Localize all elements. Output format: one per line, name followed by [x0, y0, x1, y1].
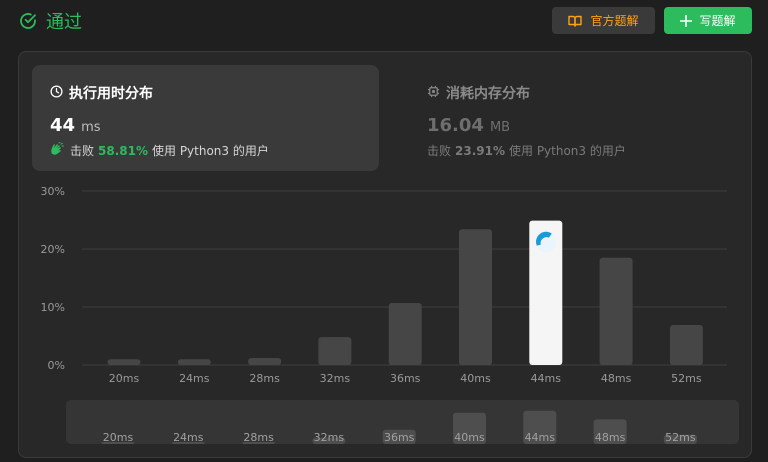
bar[interactable] — [177, 359, 211, 365]
minimap-tick-label: 20ms — [103, 431, 134, 444]
bar[interactable] — [459, 229, 492, 365]
bar[interactable] — [107, 359, 141, 365]
chart-range-minimap[interactable]: 20ms 24ms 28ms 32ms 36ms 40ms 44ms 48ms 52ms — [66, 400, 739, 444]
minimap-tick-label: 32ms — [314, 431, 345, 444]
x-tick-label: 36ms — [390, 372, 421, 385]
x-tick-label: 44ms — [531, 372, 562, 385]
status-label: 通过 — [46, 12, 82, 33]
minimap-tick-label: 36ms — [384, 431, 415, 444]
y-tick-label: 10% — [41, 301, 65, 314]
x-tick-label: 28ms — [249, 372, 280, 385]
x-tick-label: 40ms — [460, 372, 491, 385]
result-header: 通过 官方题解 写题解 — [0, 0, 768, 44]
minimap-tick-label: 48ms — [595, 431, 626, 444]
bar[interactable] — [388, 302, 422, 365]
book-open-icon — [568, 15, 583, 27]
y-tick-label: 0% — [48, 359, 65, 372]
y-tick-label: 20% — [41, 243, 65, 256]
x-tick-label: 52ms — [671, 372, 702, 385]
y-tick-label: 30% — [41, 185, 65, 198]
write-solution-button[interactable]: 写题解 — [664, 7, 752, 34]
x-tick-label: 24ms — [179, 372, 210, 385]
minimap-tick-label: 52ms — [665, 431, 696, 444]
plus-icon — [680, 14, 693, 27]
bar[interactable] — [318, 337, 352, 365]
minimap-tick-label: 28ms — [243, 431, 274, 444]
bar[interactable] — [248, 358, 282, 365]
x-tick-label: 48ms — [601, 372, 632, 385]
minimap-tick-label: 44ms — [525, 431, 556, 444]
minimap-chart: 20ms 24ms 28ms 32ms 36ms 40ms 44ms 48ms 52ms — [101, 410, 697, 444]
official-solution-button[interactable]: 官方题解 — [552, 7, 655, 34]
minimap-tick-label: 40ms — [454, 431, 485, 444]
write-solution-label: 写题解 — [699, 14, 736, 28]
runtime-distribution-chart: 0% 10% 20% 30% 20ms 24ms 28ms 32ms 36ms 40ms 44ms 4… — [41, 185, 727, 385]
accepted-status: 通过 — [18, 8, 82, 34]
x-tick-label: 32ms — [320, 372, 351, 385]
bar[interactable] — [599, 257, 633, 365]
minimap-tick-label: 24ms — [173, 431, 204, 444]
bar[interactable] — [669, 324, 703, 365]
result-panel: 执行用时分布 44 ms 击败 58.81% 使用 Python3 的用户 消耗… — [18, 51, 752, 458]
x-tick-label: 20ms — [109, 372, 140, 385]
official-solution-label: 官方题解 — [590, 14, 639, 28]
check-circle-icon — [18, 11, 38, 31]
